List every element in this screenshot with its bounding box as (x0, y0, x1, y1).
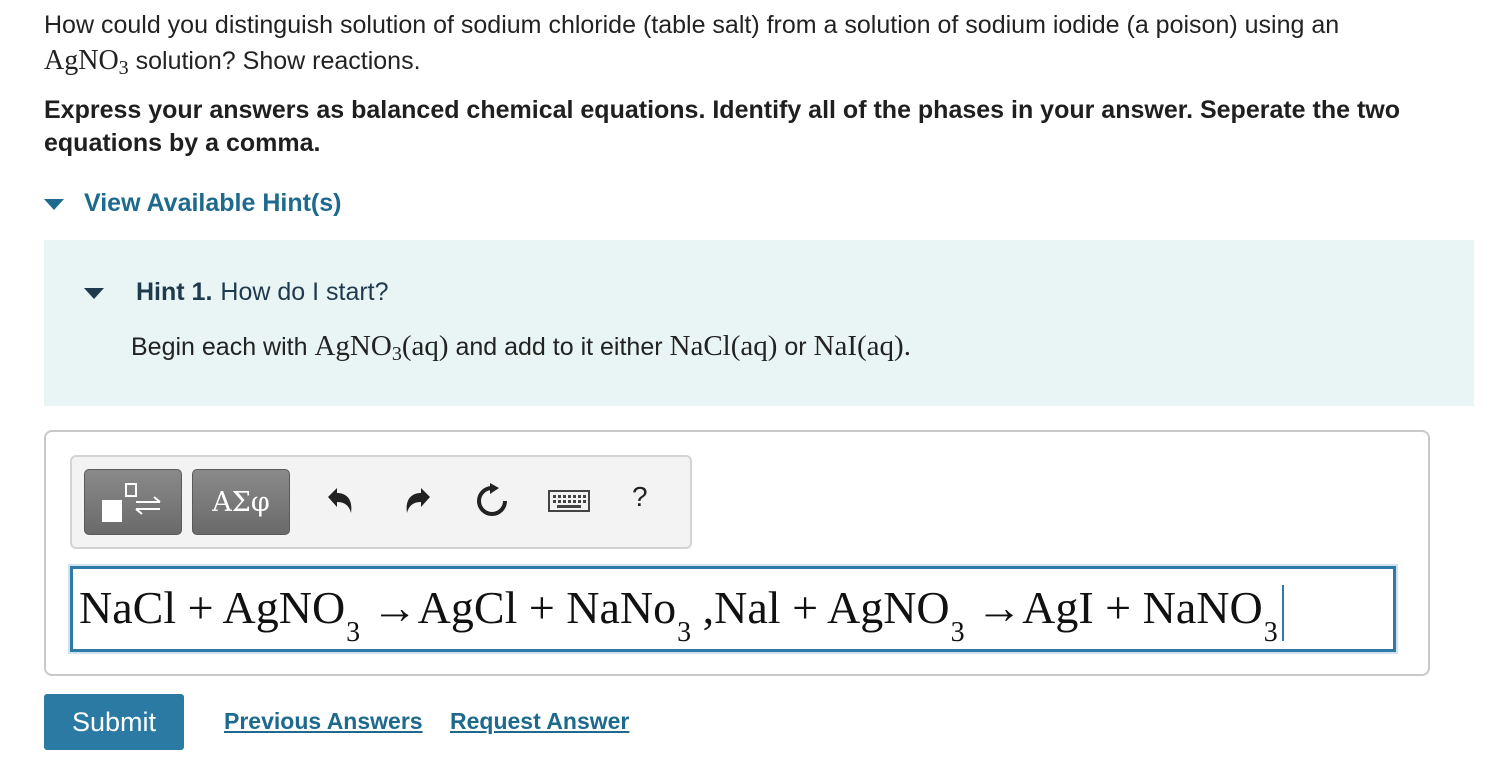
hint-formula-1-phase: (aq) (401, 330, 449, 362)
answer-part-2: →AgCl + NaNo (360, 582, 677, 634)
question-formula-sub: 3 (118, 57, 129, 79)
hint-formula-1-sub: 3 (391, 343, 402, 365)
view-hints-label: View Available Hint(s) (84, 188, 342, 217)
undo-icon (328, 488, 352, 513)
hint-body: Begin each with AgNO3(aq) and add to it … (131, 330, 911, 365)
answer-part-4: →AgI + NaNO (964, 582, 1263, 634)
hint-number: Hint 1. (136, 278, 213, 306)
hint-1-toggle[interactable]: Hint 1. How do I start? (84, 278, 389, 307)
hint-body-text-2: and add to it either (455, 333, 663, 361)
reset-icon (477, 483, 507, 516)
hint-panel: Hint 1. How do I start? Begin each with … (44, 240, 1474, 406)
redo-icon (406, 488, 430, 513)
answer-sub-4: 3 (1263, 617, 1278, 649)
question-text-before: How could you distinguish solution of so… (44, 11, 1340, 39)
answer-part-1: NaCl + AgNO (79, 582, 346, 634)
view-hints-toggle[interactable]: View Available Hint(s) (44, 186, 341, 220)
request-answer-link[interactable]: Request Answer (450, 708, 629, 735)
answer-sub-3: 3 (950, 617, 965, 649)
hint-formula-agno3: AgNO3(aq) (314, 330, 449, 365)
hint-formula-1-base: AgNO (314, 330, 392, 362)
answer-sub-1: 3 (346, 617, 361, 649)
redo-button[interactable] (396, 479, 440, 523)
hint-formula-nai: NaI(aq). (814, 330, 911, 362)
hint-title: How do I start? (220, 278, 389, 306)
instructions: Express your answers as balanced chemica… (44, 96, 1401, 157)
undo-button[interactable] (318, 479, 362, 523)
equation-toolbar: ΑΣφ ? (70, 455, 692, 549)
problem-page: How could you distinguish solution of so… (0, 0, 1510, 770)
keyboard-icon (548, 490, 590, 512)
keyboard-button[interactable] (546, 479, 592, 523)
text-caret (1281, 584, 1284, 641)
hint-end-period: . (903, 330, 911, 362)
previous-answers-link[interactable]: Previous Answers (224, 708, 423, 735)
answer-equation: NaCl + AgNO3 →AgCl + NaNo3 ,Nal + AgNO3 … (73, 577, 1284, 648)
question-formula-base: AgNO (44, 45, 119, 76)
question-text: How could you distinguish solution of so… (44, 8, 1474, 79)
hint-body-text-3: or (784, 333, 807, 361)
question-text-after: solution? Show reactions. (135, 47, 421, 75)
hint-caret-down-icon (84, 288, 104, 299)
answer-box: ΑΣφ ? NaCl + AgNO3 →AgCl + NaNo3 ,Nal + … (44, 430, 1430, 676)
reset-button[interactable] (470, 479, 514, 523)
caret-down-icon (44, 198, 64, 210)
answer-sub-2: 3 (677, 617, 692, 649)
hint-formula-nacl: NaCl(aq) (669, 330, 778, 362)
submit-button[interactable]: Submit (44, 694, 184, 750)
greek-symbols-button[interactable]: ΑΣφ (192, 469, 290, 535)
answer-input[interactable]: NaCl + AgNO3 →AgCl + NaNo3 ,Nal + AgNO3 … (70, 566, 1396, 652)
templates-button[interactable] (84, 469, 182, 535)
hint-formula-3: NaI(aq) (813, 330, 904, 362)
answer-part-3: ,Nal + AgNO (691, 582, 950, 634)
templates-icon (102, 483, 161, 522)
question-formula: AgNO3 (44, 45, 129, 79)
hint-body-text-1: Begin each with (131, 333, 308, 361)
help-button[interactable]: ? (632, 481, 648, 513)
